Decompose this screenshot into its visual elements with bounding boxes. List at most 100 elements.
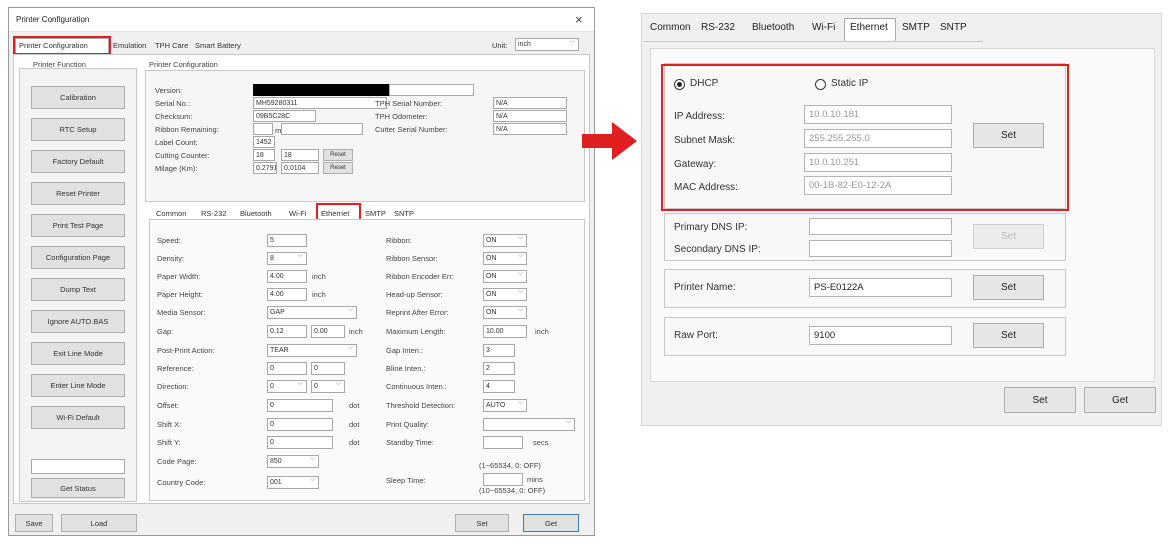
eth-tab-bluetooth[interactable]: Bluetooth [752, 22, 794, 33]
mileage-reset-button[interactable]: Reset [323, 162, 353, 174]
bottom-set-button[interactable]: Set [455, 514, 509, 532]
ethernet-set-button[interactable]: Set [1004, 387, 1076, 413]
common-right-field-4[interactable]: ON [483, 306, 527, 319]
printer-name-field[interactable]: PS-E0122A [809, 278, 952, 297]
common-left-value-5: 0.12 [270, 328, 284, 335]
inner-tab-wifi[interactable]: Wi-Fi [289, 209, 307, 218]
unit-label: Unit: [492, 41, 508, 50]
common-right-field-0[interactable]: ON [483, 234, 527, 247]
eth-tab-smtp[interactable]: SMTP [902, 22, 930, 33]
common-left-value2-7: 0 [314, 365, 318, 372]
cutting-counter-label: Cutting Counter: [155, 151, 210, 160]
common-left-field-13[interactable]: 001 [267, 476, 319, 489]
common-left-field-3[interactable]: 4.00 [267, 288, 307, 301]
secondary-dns-label: Secondary DNS IP: [674, 244, 761, 255]
factory-default-button[interactable]: Factory Default [31, 150, 125, 173]
common-left-field2-8[interactable]: 0 [311, 380, 345, 393]
common-left-value-7: 0 [270, 365, 274, 372]
raw-port-set-button[interactable]: Set [973, 323, 1044, 348]
common-right-field-8[interactable]: 4 [483, 380, 515, 393]
common-left-label-11: Shift Y: [157, 438, 181, 447]
load-button[interactable]: Load [61, 514, 137, 532]
eth-tab-wifi[interactable]: Wi-Fi [812, 22, 835, 33]
ignore-auto-bas-button[interactable]: Ignore AUTO.BAS [31, 310, 125, 333]
unit-select[interactable]: inch [515, 38, 579, 51]
unit-value: inch [518, 41, 531, 48]
common-right-field-3[interactable]: ON [483, 288, 527, 301]
printer-config-window: Printer Configuration × Printer Configur… [8, 7, 595, 536]
common-left-value2-8: 0 [314, 383, 318, 390]
ethernet-get-button[interactable]: Get [1084, 387, 1156, 413]
tab-emulation[interactable]: Emulation [113, 41, 146, 50]
wifi-default-button[interactable]: Wi-Fi Default [31, 406, 125, 429]
common-left-field-10[interactable]: 0 [267, 418, 333, 431]
common-left-unit-11: dot [349, 438, 360, 447]
eth-tab-sntp[interactable]: SNTP [940, 22, 967, 33]
common-left-value-1: 8 [270, 255, 274, 262]
common-right-field-2[interactable]: ON [483, 270, 527, 283]
red-arrow-icon [582, 122, 637, 160]
common-left-field-5[interactable]: 0.12 [267, 325, 307, 338]
printer-name-set-button[interactable]: Set [973, 275, 1044, 300]
inner-tab-rs232[interactable]: RS-232 [201, 209, 226, 218]
print-test-page-button[interactable]: Print Test Page [31, 214, 125, 237]
inner-tab-smtp[interactable]: SMTP [365, 209, 386, 218]
eth-tab-common[interactable]: Common [650, 22, 691, 33]
inner-tab-bluetooth[interactable]: Bluetooth [240, 209, 272, 218]
primary-dns-field[interactable] [809, 218, 952, 235]
cutting-field-2: 18 [281, 149, 319, 161]
common-left-field-11[interactable]: 0 [267, 436, 333, 449]
common-left-field-1[interactable]: 8 [267, 252, 307, 265]
common-right-field-9[interactable]: AUTO [483, 399, 527, 412]
common-right-field-7[interactable]: 2 [483, 362, 515, 375]
rtc-setup-button[interactable]: RTC Setup [31, 118, 125, 141]
sleep-time-field[interactable] [483, 473, 523, 486]
save-button[interactable]: Save [15, 514, 53, 532]
enter-line-mode-button[interactable]: Enter Line Mode [31, 374, 125, 397]
common-left-field-0[interactable]: 5 [267, 234, 307, 247]
dns-set-button[interactable]: Set [973, 224, 1044, 249]
common-right-value-2: ON [486, 273, 497, 280]
window-title: Printer Configuration [16, 15, 90, 24]
bottom-get-button[interactable]: Get [523, 514, 579, 532]
common-right-field-10[interactable] [483, 418, 575, 431]
common-left-field-7[interactable]: 0 [267, 362, 307, 375]
version-value-redacted [253, 84, 389, 96]
inner-tab-sntp[interactable]: SNTP [394, 209, 414, 218]
common-left-field-8[interactable]: 0 [267, 380, 307, 393]
common-left-field2-7[interactable]: 0 [311, 362, 345, 375]
common-left-unit-3: inch [312, 290, 326, 299]
eth-tab-rs232[interactable]: RS-232 [701, 22, 735, 33]
common-right-field-1[interactable]: ON [483, 252, 527, 265]
tab-smart-battery[interactable]: Smart Battery [195, 41, 241, 50]
common-left-field-12[interactable]: 850 [267, 455, 319, 468]
tab-tph-care[interactable]: TPH Care [155, 41, 188, 50]
status-output-field[interactable] [31, 459, 125, 474]
get-status-button[interactable]: Get Status [31, 478, 125, 498]
common-right-value-3: ON [486, 291, 497, 298]
version-extra-field [389, 84, 474, 96]
common-left-field2-5[interactable]: 0.00 [311, 325, 345, 338]
close-icon[interactable]: × [575, 12, 583, 27]
common-left-label-4: Media Sensor: [157, 308, 206, 317]
common-left-label-12: Code Page: [157, 457, 197, 466]
common-right-label-4: Reprint After Error: [386, 308, 449, 317]
common-left-field-9[interactable]: 0 [267, 399, 333, 412]
common-left-field-2[interactable]: 4.00 [267, 270, 307, 283]
common-right-field-11[interactable] [483, 436, 523, 449]
raw-port-field[interactable]: 9100 [809, 326, 952, 345]
common-right-field-5[interactable]: 10.00 [483, 325, 527, 338]
exit-line-mode-button[interactable]: Exit Line Mode [31, 342, 125, 365]
secondary-dns-field[interactable] [809, 240, 952, 257]
sleep-time-label: Sleep Time: [386, 476, 426, 485]
inner-tab-common[interactable]: Common [156, 209, 186, 218]
common-left-field-6[interactable]: TEAR [267, 344, 357, 357]
common-right-field-6[interactable]: 3 [483, 344, 515, 357]
cutting-reset-button[interactable]: Reset [323, 149, 353, 161]
calibration-button[interactable]: Calibration [31, 86, 125, 109]
common-left-field-4[interactable]: GAP [267, 306, 357, 319]
configuration-page-button[interactable]: Configuration Page [31, 246, 125, 269]
reset-printer-button[interactable]: Reset Printer [31, 182, 125, 205]
dump-text-button[interactable]: Dump Text [31, 278, 125, 301]
common-right-value-0: ON [486, 237, 497, 244]
